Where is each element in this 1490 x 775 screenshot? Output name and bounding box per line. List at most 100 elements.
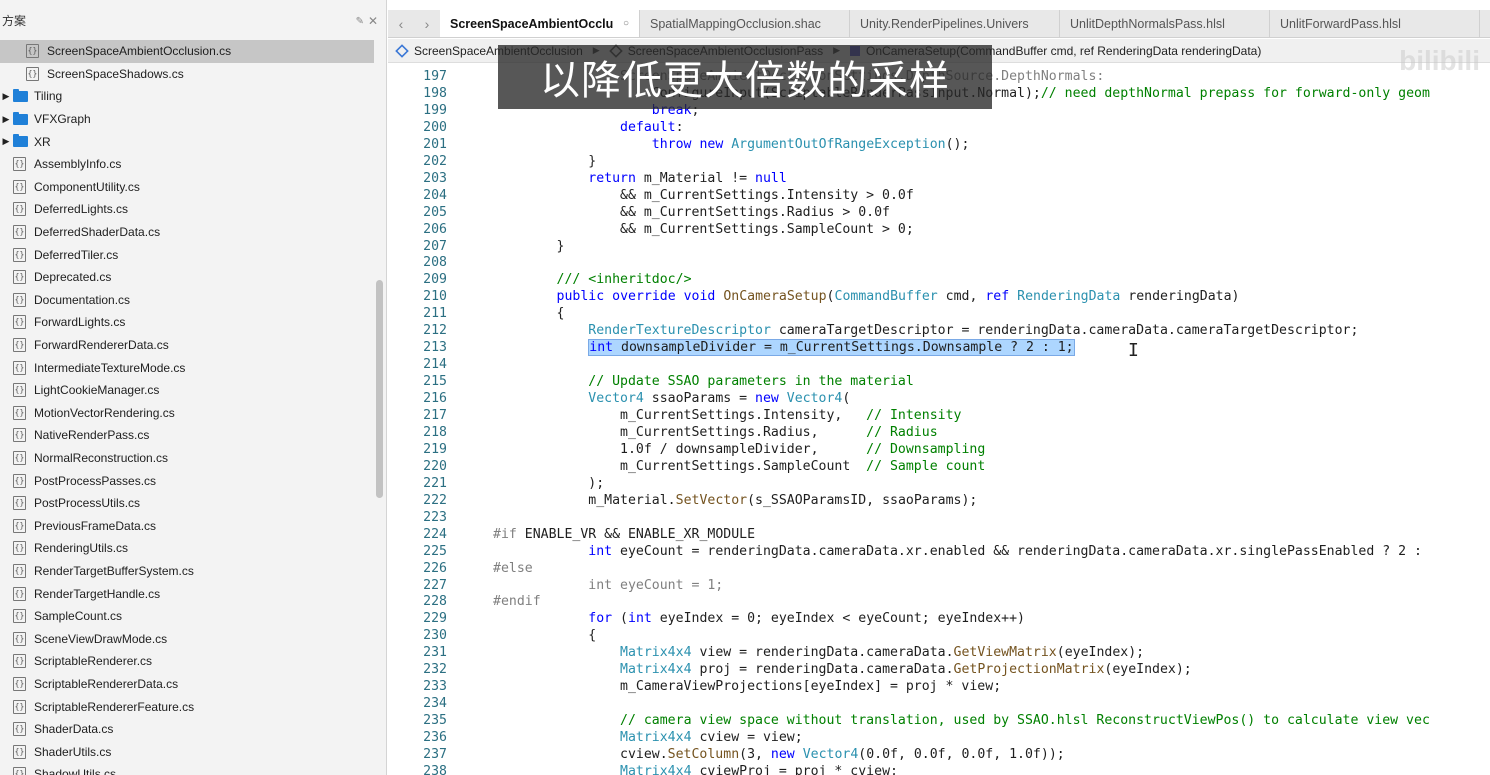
line-number: 208 [423,255,447,271]
file-item-label: ScriptableRendererFeature.cs [34,699,195,714]
file-item-label: DeferredLights.cs [34,202,129,217]
file-item-label: MotionVectorRendering.cs [34,405,175,420]
folder-item[interactable]: ▶ VFXGraph [0,108,374,131]
line-number: 205 [423,204,447,220]
file-tree: {} ScreenSpaceAmbientOcclusion.cs {} Screen… [0,40,374,775]
file-item[interactable]: {} ForwardRendererData.cs [0,334,374,357]
editor-tab[interactable]: ScreenSpaceAmbientOcclu ○ [440,10,640,37]
file-item[interactable]: {} PostProcessUtils.cs [0,492,374,515]
file-item[interactable]: {} ShadowUtils.cs [0,763,374,775]
file-item[interactable]: {} NativeRenderPass.cs [0,424,374,447]
line-number: 234 [423,696,447,712]
code-text: int eyeCount = renderingData.cameraData.… [588,543,1422,559]
csharp-file-icon: {} [13,722,26,737]
file-item-label: PostProcessPasses.cs [34,473,157,488]
code-text: && m_CurrentSettings.SampleCount > 0; [493,221,914,237]
line-number: 222 [423,492,447,508]
file-item[interactable]: {} ScreenSpaceAmbientOcclusion.cs [0,40,374,63]
folder-item[interactable]: ▶ Tiling [0,85,374,108]
file-item[interactable]: {} LightCookieManager.cs [0,379,374,402]
file-item[interactable]: {} SceneViewDrawMode.cs [0,627,374,650]
line-number: 198 [423,85,447,101]
file-item[interactable]: {} Deprecated.cs [0,266,374,289]
csharp-file-icon: {} [13,360,26,375]
code-text: Matrix4x4 cview = view; [620,730,803,746]
code-text: // Update SSAO parameters in the materia… [588,374,914,390]
solution-explorer-header: 方案 ✎ ✕ [0,0,386,40]
file-item[interactable]: {} RenderingUtils.cs [0,537,374,560]
expand-arrow-icon[interactable]: ▶ [0,91,12,102]
file-item[interactable]: {} ForwardLights.cs [0,311,374,334]
line-number: 214 [423,357,447,373]
csharp-file-icon: {} [13,496,26,511]
line-number: 224 [423,526,447,542]
file-item[interactable]: {} RenderTargetHandle.cs [0,582,374,605]
csharp-file-icon: {} [13,225,26,240]
file-item[interactable]: {} NormalReconstruction.cs [0,447,374,470]
line-number: 230 [423,628,447,644]
file-item-label: Tiling [34,89,63,104]
expand-arrow-icon[interactable]: ▶ [0,136,12,147]
file-item[interactable]: {} ShaderData.cs [0,718,374,741]
file-item[interactable]: {} ComponentUtility.cs [0,176,374,199]
line-number: 229 [423,611,447,627]
file-item[interactable]: {} DeferredShaderData.cs [0,221,374,244]
video-subtitle: 以降低更大倍数的采样 [498,45,992,109]
tab-close-icon[interactable]: ○ [623,18,629,29]
file-item[interactable]: {} ScriptableRendererFeature.cs [0,695,374,718]
csharp-file-icon: {} [13,405,26,420]
line-number: 228 [423,594,447,610]
tabs-scroll-right-icon[interactable]: › [414,10,440,37]
file-item[interactable]: {} ScreenSpaceShadows.cs [0,63,374,86]
line-number: 235 [423,713,447,729]
file-item[interactable]: {} ScriptableRenderer.cs [0,650,374,673]
file-item-label: PreviousFrameData.cs [34,518,157,533]
expand-arrow-icon[interactable]: ▶ [0,114,12,125]
file-item[interactable]: {} PreviousFrameData.cs [0,514,374,537]
line-number: 236 [423,730,447,746]
file-item[interactable]: {} MotionVectorRendering.cs [0,402,374,425]
tabs-scroll-left-icon[interactable]: ‹ [388,10,414,37]
code-text: } [493,153,597,169]
csharp-file-icon: {} [26,66,39,81]
code-editor[interactable]: 197 ScreenSpaceAmbientOcclusionSettings.… [388,64,1490,775]
editor-tab-label: UnlitForwardPass.hlsl [1280,16,1401,31]
code-text: public override void OnCameraSetup(Comma… [556,289,1240,305]
code-text: throw new ArgumentOutOfRangeException(); [651,136,970,152]
code-text: m_CameraViewProjections[eyeIndex] = proj… [493,679,1002,695]
file-item[interactable]: {} ShaderUtils.cs [0,740,374,763]
file-item[interactable]: {} Documentation.cs [0,289,374,312]
csharp-file-icon: {} [13,428,26,443]
file-item[interactable]: {} ScriptableRendererData.cs [0,673,374,696]
file-item[interactable]: {} AssemblyInfo.cs [0,153,374,176]
file-item-label: DeferredTiler.cs [34,247,119,262]
code-text: Vector4 ssaoParams = new Vector4( [588,391,851,407]
editor-tab[interactable]: Unity.RenderPipelines.Univers [850,10,1060,37]
file-item[interactable]: {} RenderTargetBufferSystem.cs [0,560,374,583]
namespace-icon [395,43,409,58]
code-text: && m_CurrentSettings.Radius > 0.0f [493,204,890,220]
code-text: default: [620,119,684,135]
line-number: 215 [423,374,447,390]
close-icon[interactable]: ✕ [368,14,378,28]
line-number: 207 [423,238,447,254]
code-text: { [493,306,565,322]
file-item-label: ShaderData.cs [34,722,114,737]
sidebar-scrollbar[interactable] [376,280,383,498]
line-number: 218 [423,424,447,440]
code-text: Matrix4x4 view = renderingData.cameraDat… [620,645,1145,661]
csharp-file-icon: {} [13,654,26,669]
file-item[interactable]: {} IntermediateTextureMode.cs [0,356,374,379]
file-item[interactable]: {} DeferredLights.cs [0,198,374,221]
pin-icon[interactable]: ✎ [356,16,364,27]
file-item[interactable]: {} PostProcessPasses.cs [0,469,374,492]
file-item-label: AssemblyInfo.cs [34,157,122,172]
line-number: 237 [423,747,447,762]
folder-item[interactable]: ▶ XR [0,130,374,153]
file-item[interactable]: {} SampleCount.cs [0,605,374,628]
editor-tab[interactable]: UnlitForwardPass.hlsl [1270,10,1480,37]
csharp-file-icon: {} [13,699,26,714]
editor-tab[interactable]: UnlitDepthNormalsPass.hlsl [1060,10,1270,37]
editor-tab[interactable]: SpatialMappingOcclusion.shac [640,10,850,37]
file-item[interactable]: {} DeferredTiler.cs [0,243,374,266]
